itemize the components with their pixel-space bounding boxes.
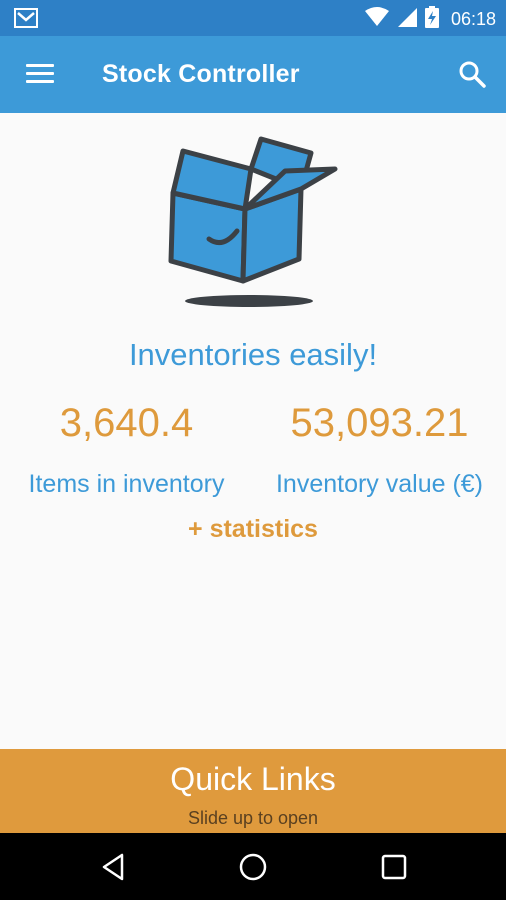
statistics-link[interactable]: + statistics <box>0 515 506 544</box>
box-icon <box>165 131 345 316</box>
gmail-icon <box>14 8 38 33</box>
wifi-icon <box>364 7 389 32</box>
quick-links-title: Quick Links <box>170 761 336 797</box>
quick-links-panel[interactable]: Quick Links Slide up to open <box>0 749 506 833</box>
home-icon[interactable] <box>237 851 269 883</box>
hamburger-menu-icon[interactable] <box>26 64 54 86</box>
navigation-bar <box>0 833 506 900</box>
status-time: 06:18 <box>450 9 496 29</box>
signal-icon <box>397 7 417 32</box>
main-content: Inventories easily! 3,640.4 Items in inv… <box>0 113 506 749</box>
items-count-value: 3,640.4 <box>59 401 194 445</box>
quick-links-subtitle: Slide up to open <box>187 808 319 828</box>
items-count-label: Items in inventory <box>28 470 225 498</box>
battery-charging-icon <box>424 6 439 33</box>
inventory-value-amount: 53,093.21 <box>290 401 469 445</box>
items-in-inventory-stat: 3,640.4 Items in inventory <box>0 401 253 499</box>
recents-icon[interactable] <box>378 851 410 883</box>
inventory-value-label: Inventory value (€) <box>275 470 484 498</box>
app-bar: Stock Controller <box>0 36 506 113</box>
status-bar: 06:18 <box>0 0 506 36</box>
tagline: Inventories easily! <box>128 337 378 372</box>
status-icons: 06:18 <box>364 6 496 33</box>
inventory-value-stat: 53,093.21 Inventory value (€) <box>253 401 506 499</box>
search-icon[interactable] <box>458 60 486 88</box>
app-title: Stock Controller <box>102 60 300 88</box>
back-icon[interactable] <box>98 851 130 883</box>
